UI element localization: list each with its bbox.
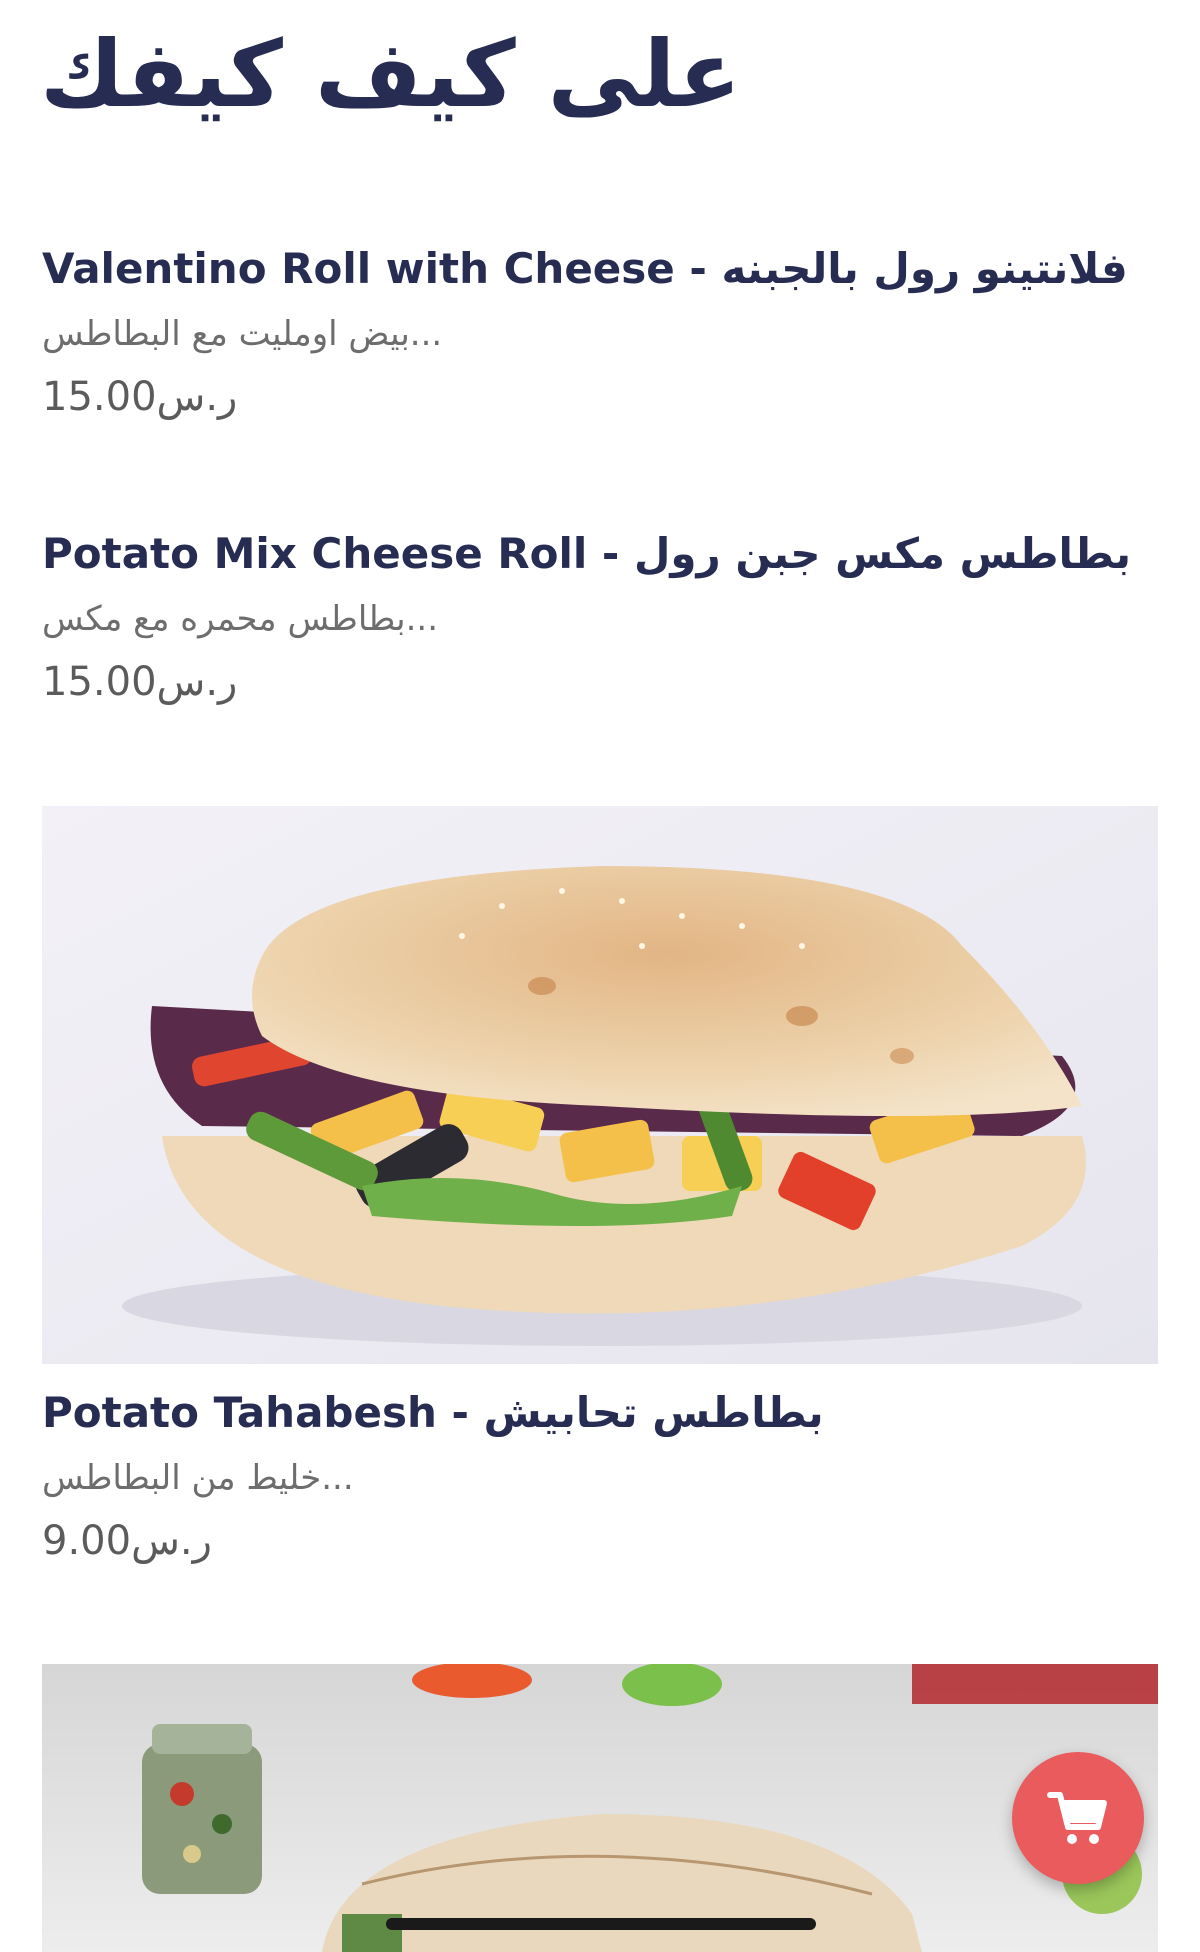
item-name: Potato Mix Cheese Roll - بطاطس مكس جبن ر… (42, 529, 1131, 578)
item-description: ...خليط من البطاطس (42, 1458, 354, 1499)
next-item-image[interactable] (42, 1664, 1158, 1952)
menu-page: على كيف كيفك Valentino Roll with Cheese … (0, 0, 1200, 1952)
sandwich-illustration (42, 806, 1158, 1364)
item-description: ...بيض اومليت مع البطاطس (42, 314, 443, 355)
cart-button[interactable] (1012, 1752, 1144, 1884)
shopping-cart-icon (1047, 1792, 1107, 1844)
item-description: ...بطاطس محمره مع مكس (42, 599, 438, 640)
restaurant-title: على كيف كيفك (40, 21, 742, 128)
menu-item-potato-mix-cheese-roll[interactable]: Potato Mix Cheese Roll - بطاطس مكس جبن ر… (42, 529, 1158, 706)
wrap-illustration (42, 1664, 1158, 1952)
item-price: 15.00ر.س (42, 659, 238, 706)
item-price: 9.00ر.س (42, 1518, 212, 1565)
menu-item-valentino-roll[interactable]: Valentino Roll with Cheese - فلانتينو رو… (42, 244, 1158, 421)
item-name: Potato Tahabesh - بطاطس تحابيش (42, 1388, 824, 1437)
item-price: 15.00ر.س (42, 374, 238, 421)
menu-item-potato-tahabesh[interactable]: Potato Tahabesh - بطاطس تحابيش ...خليط م… (42, 1388, 1158, 1565)
item-name: Valentino Roll with Cheese - فلانتينو رو… (42, 244, 1128, 293)
home-indicator[interactable] (386, 1918, 816, 1930)
potato-tahabesh-image[interactable] (42, 806, 1158, 1364)
